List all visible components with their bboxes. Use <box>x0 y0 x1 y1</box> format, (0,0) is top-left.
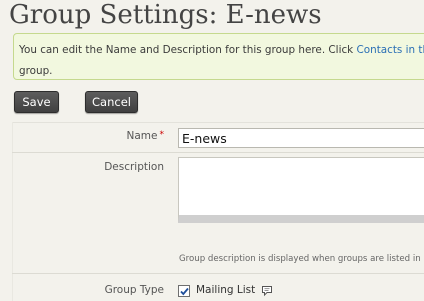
name-label: Name * <box>126 130 165 142</box>
name-field[interactable]: E-news <box>178 128 424 148</box>
required-marker: * <box>159 130 165 140</box>
mailing-list-label: Mailing List <box>196 284 256 296</box>
group-type-label: Group Type <box>104 284 164 296</box>
row-divider <box>12 273 424 274</box>
cancel-button[interactable]: Cancel <box>85 91 138 113</box>
row-divider <box>12 152 424 153</box>
save-button[interactable]: Save <box>14 91 59 113</box>
check-icon <box>180 287 189 296</box>
notice-text-end: group. <box>19 65 53 77</box>
notice-line-1: You can edit the Name and Description fo… <box>19 40 424 61</box>
form-left-rule <box>12 122 13 301</box>
description-label: Description <box>104 161 164 173</box>
page-title: Group Settings: E-news <box>9 0 322 30</box>
mailing-list-checkbox[interactable] <box>178 285 190 297</box>
comment-icon[interactable] <box>261 282 273 301</box>
info-notice: You can edit the Name and Description fo… <box>13 33 424 80</box>
description-textarea[interactable] <box>178 157 424 223</box>
notice-text: You can edit the Name and Description fo… <box>19 44 357 56</box>
form-top-divider <box>12 122 424 123</box>
description-help-text: Group description is displayed when grou… <box>179 254 424 264</box>
contacts-link[interactable]: Contacts in this <box>357 44 424 56</box>
